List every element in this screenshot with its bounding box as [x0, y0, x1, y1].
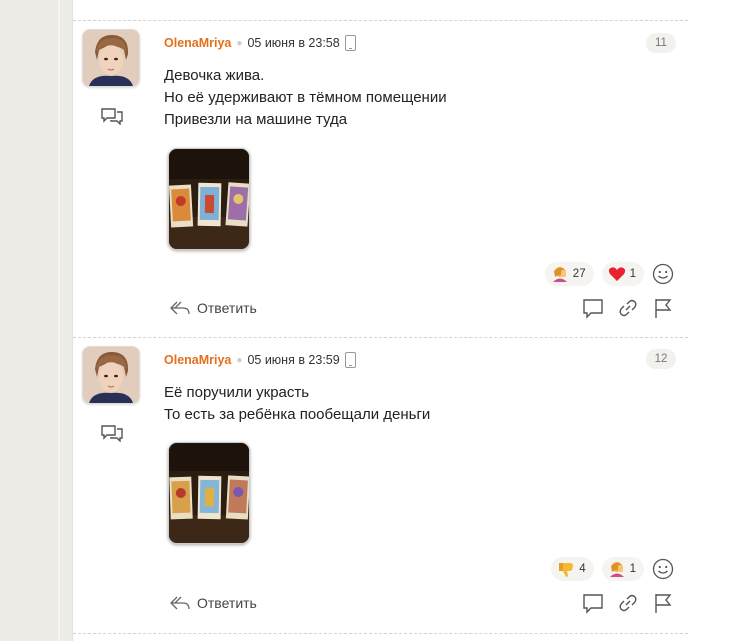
reaction-count: 27: [572, 268, 586, 280]
comment-tools: [582, 592, 674, 614]
comment-line: Но её удерживают в тёмном помещении: [164, 89, 447, 106]
comment-12: OlenaMriya ● 05 июня в 23:59 12 Её поруч…: [73, 337, 688, 633]
flag-icon[interactable]: [652, 297, 674, 319]
reaction-count: 1: [629, 563, 636, 575]
comment-number: 11: [646, 33, 676, 53]
link-icon[interactable]: [617, 297, 639, 319]
facepalm-icon: [609, 562, 624, 577]
reply-action[interactable]: Ответить: [169, 297, 257, 319]
comment-text: Её поручили украсть То есть за ребёнка п…: [164, 382, 430, 426]
reply-arrow-icon: [170, 596, 190, 610]
attached-photo[interactable]: [168, 442, 250, 544]
reply-action[interactable]: Ответить: [169, 592, 257, 614]
facepalm-icon: [552, 267, 567, 282]
comment-11: OlenaMriya ● 05 июня в 23:58 11 Девочка …: [73, 20, 688, 336]
reactions-bar: 4 1: [551, 557, 674, 581]
left-background: [0, 0, 60, 641]
reaction-count: 1: [629, 268, 636, 280]
attached-photo[interactable]: [168, 148, 250, 250]
left-edge: [58, 0, 60, 641]
comment-date: 05 июня в 23:58: [247, 36, 340, 50]
comment-line: Привезли на машине туда: [164, 111, 348, 128]
add-reaction-icon[interactable]: [652, 263, 674, 285]
separator-dot: ●: [236, 37, 243, 49]
separator: [73, 633, 688, 634]
comment-text: Девочка жива. Но её удерживают в тёмном …: [164, 65, 447, 131]
reaction-facepalm[interactable]: 27: [544, 262, 594, 286]
comments-icon[interactable]: [101, 107, 123, 125]
comments-icon[interactable]: [101, 424, 123, 442]
reply-arrow-icon: [170, 301, 190, 315]
comment-line: Её поручили украсть: [164, 384, 310, 401]
comment-icon[interactable]: [582, 592, 604, 614]
comment-number: 12: [646, 349, 676, 369]
comments-panel: OlenaMriya ● 05 июня в 23:58 11 Девочка …: [72, 0, 689, 641]
add-reaction-icon[interactable]: [652, 558, 674, 580]
mobile-icon: [344, 352, 356, 368]
comment-tools: [582, 297, 674, 319]
reaction-heart[interactable]: 1: [601, 262, 644, 286]
comment-icon[interactable]: [582, 297, 604, 319]
comment-line: Девочка жива.: [164, 67, 265, 84]
reaction-facepalm[interactable]: 1: [601, 557, 644, 581]
comment-header: OlenaMriya ● 05 июня в 23:58: [164, 34, 356, 52]
separator-dot: ●: [236, 354, 243, 366]
reaction-count: 4: [579, 563, 586, 575]
avatar[interactable]: [82, 346, 140, 404]
comment-date: 05 июня в 23:59: [247, 353, 340, 367]
right-margin: [688, 0, 745, 641]
reply-label[interactable]: Ответить: [197, 595, 257, 611]
avatar[interactable]: [82, 29, 140, 87]
reply-label[interactable]: Ответить: [197, 300, 257, 316]
link-icon[interactable]: [617, 592, 639, 614]
author-name[interactable]: OlenaMriya: [164, 36, 231, 50]
reactions-bar: 27 1: [544, 262, 674, 286]
author-name[interactable]: OlenaMriya: [164, 353, 231, 367]
flag-icon[interactable]: [652, 592, 674, 614]
reaction-thumbs-down[interactable]: 4: [551, 557, 594, 581]
thumbs-down-icon: [559, 563, 574, 577]
mobile-icon: [344, 35, 356, 51]
comment-line: То есть за ребёнка пообещали деньги: [164, 406, 431, 423]
heart-icon: [608, 267, 625, 281]
comment-header: OlenaMriya ● 05 июня в 23:59: [164, 351, 356, 369]
